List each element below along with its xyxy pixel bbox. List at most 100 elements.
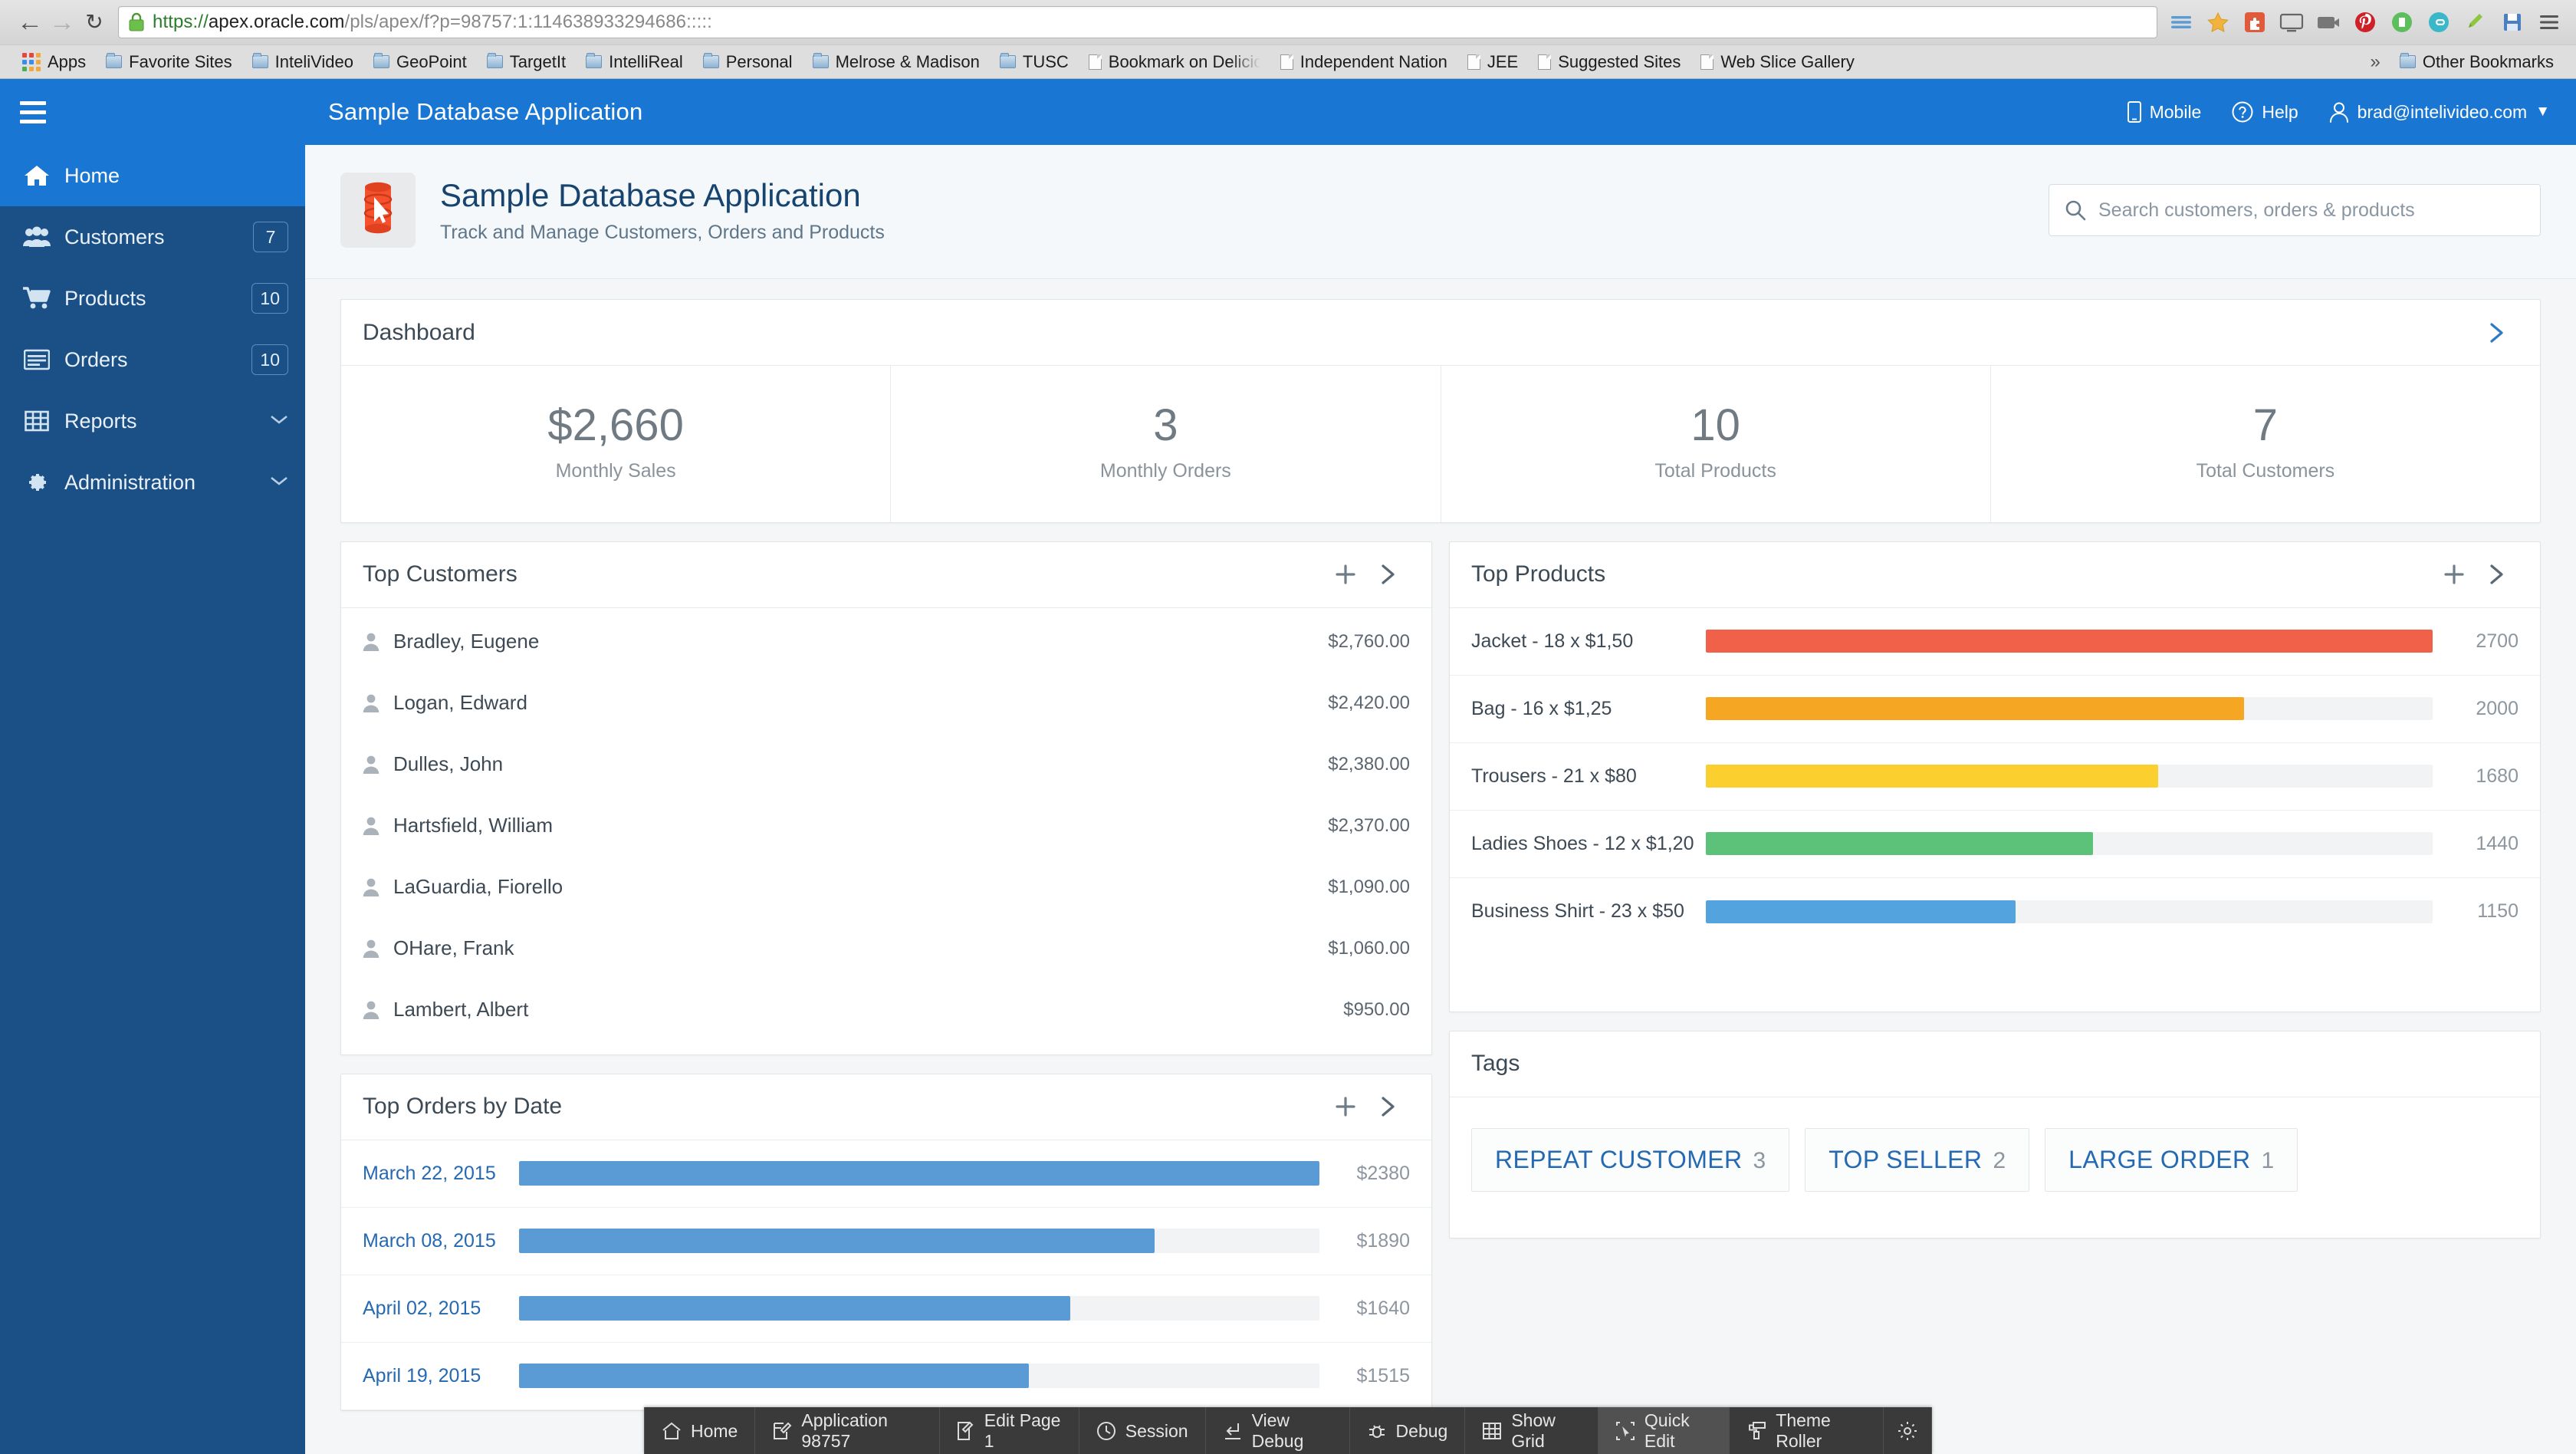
bookmark-apps[interactable]: Apps <box>12 49 96 75</box>
hamburger-menu-icon[interactable] <box>0 79 66 145</box>
person-icon <box>363 816 380 836</box>
list-item[interactable]: LaGuardia, Fiorello $1,090.00 <box>341 857 1431 918</box>
tag-repeat-customer[interactable]: REPEAT CUSTOMER 3 <box>1471 1127 1790 1192</box>
customer-amount: $1,060.00 <box>1328 937 1410 959</box>
devbar-view-debug-button[interactable]: View Debug <box>1206 1407 1350 1454</box>
sidebar-item-customers[interactable]: Customers 7 <box>0 206 305 268</box>
forward-arrow-icon[interactable]: → <box>46 6 78 38</box>
devbar-home-button[interactable]: Home <box>644 1407 756 1454</box>
chart-row[interactable]: March 08, 2015 $1890 <box>341 1208 1431 1275</box>
chart-row[interactable]: April 19, 2015 $1515 <box>341 1343 1431 1410</box>
bookmark-label: Apps <box>48 51 87 71</box>
bookmark-star-icon[interactable] <box>2205 9 2231 35</box>
order-date[interactable]: April 02, 2015 <box>363 1298 508 1320</box>
bookmark-independent-nation[interactable]: Independent Nation <box>1270 49 1457 75</box>
other-bookmarks-button[interactable]: Other Bookmarks <box>2390 49 2564 75</box>
bookmark-intelivideo[interactable]: InteliVideo <box>242 49 363 75</box>
chart-row[interactable]: Business Shirt - 23 x $50 1150 <box>1450 878 2540 946</box>
mobile-button[interactable]: Mobile <box>2127 101 2201 123</box>
devbar-quick-edit-button[interactable]: Quick Edit <box>1598 1407 1730 1454</box>
add-product-button[interactable] <box>2433 553 2476 596</box>
stat-total-customers[interactable]: 7 Total Customers <box>1991 366 2540 522</box>
bookmark-melrose-madison[interactable]: Melrose & Madison <box>803 49 990 75</box>
bookmark-targetit[interactable]: TargetIt <box>477 49 576 75</box>
stat-monthly-sales[interactable]: $2,660 Monthly Sales <box>341 366 892 522</box>
sidebar-item-administration[interactable]: Administration <box>0 452 305 513</box>
list-item[interactable]: Dulles, John $2,380.00 <box>341 734 1431 795</box>
cast-screen-icon[interactable] <box>2279 9 2305 35</box>
chart-row[interactable]: Ladies Shoes - 12 x $1,20 1440 <box>1450 811 2540 878</box>
list-item[interactable]: Bradley, Eugene $2,760.00 <box>341 611 1431 673</box>
bookmark-suggested-sites[interactable]: Suggested Sites <box>1528 49 1691 75</box>
bookmark-personal[interactable]: Personal <box>693 49 803 75</box>
list-item[interactable]: OHare, Frank $1,060.00 <box>341 918 1431 979</box>
save-icon[interactable] <box>2499 9 2525 35</box>
bookmark-label: IntelliReal <box>609 51 683 71</box>
address-bar[interactable]: https://apex.oracle.com/pls/apex/f?p=987… <box>118 6 2157 38</box>
home-icon <box>17 164 57 187</box>
devbar-debug-button[interactable]: Debug <box>1350 1407 1466 1454</box>
back-arrow-icon[interactable]: ← <box>14 6 46 38</box>
chart-row[interactable]: Jacket - 18 x $1,50 2700 <box>1450 608 2540 676</box>
sidebar-item-home[interactable]: Home <box>0 145 305 206</box>
product-label: Trousers - 21 x $80 <box>1471 765 1637 787</box>
sidebar-item-orders[interactable]: Orders 10 <box>0 329 305 390</box>
sidebar-item-reports[interactable]: Reports <box>0 390 305 452</box>
chart-row[interactable]: April 02, 2015 $1640 <box>341 1275 1431 1343</box>
bookmark-geopoint[interactable]: GeoPoint <box>363 49 477 75</box>
sidebar-item-products[interactable]: Products 10 <box>0 268 305 329</box>
extension-puzzle-icon[interactable] <box>2242 9 2268 35</box>
add-customer-button[interactable] <box>1324 553 1367 596</box>
devbar-settings-button[interactable] <box>1884 1407 1932 1454</box>
bookmark-web-slice-gallery[interactable]: Web Slice Gallery <box>1691 49 1864 75</box>
devbar-show-grid-button[interactable]: Show Grid <box>1465 1407 1598 1454</box>
list-item[interactable]: Lambert, Albert $950.00 <box>341 979 1431 1041</box>
bookmark-favorite-sites[interactable]: Favorite Sites <box>96 49 242 75</box>
top-customers-chevron-right-icon[interactable] <box>1367 553 1410 596</box>
list-item[interactable]: Hartsfield, William $2,370.00 <box>341 795 1431 857</box>
help-button[interactable]: Help <box>2232 101 2298 123</box>
camera-icon[interactable] <box>2315 9 2341 35</box>
devbar-theme-roller-button[interactable]: Theme Roller <box>1730 1407 1884 1454</box>
bookmark-label: JEE <box>1487 51 1519 71</box>
list-item[interactable]: Logan, Edward $2,420.00 <box>341 673 1431 734</box>
devbar-edit-page-button[interactable]: Edit Page 1 <box>940 1407 1079 1454</box>
order-date[interactable]: March 08, 2015 <box>363 1230 508 1252</box>
tag-label: LARGE ORDER <box>2068 1145 2251 1173</box>
order-date[interactable]: March 22, 2015 <box>363 1163 508 1185</box>
user-menu-button[interactable]: brad@intelivideo.com ▼ <box>2329 101 2550 123</box>
search-input[interactable] <box>2098 199 2525 222</box>
reload-icon[interactable]: ↻ <box>78 6 110 38</box>
add-order-button[interactable] <box>1324 1085 1367 1128</box>
bookmark-label: Independent Nation <box>1300 51 1447 71</box>
order-date[interactable]: April 19, 2015 <box>363 1365 508 1387</box>
pencil-icon[interactable] <box>2463 9 2489 35</box>
top-orders-chevron-right-icon[interactable] <box>1367 1085 1410 1128</box>
chrome-menu-icon[interactable] <box>2536 9 2562 35</box>
link-icon[interactable] <box>2426 9 2452 35</box>
chart-row[interactable]: March 22, 2015 $2380 <box>341 1140 1431 1208</box>
dashboard-chevron-right-icon[interactable] <box>2476 311 2518 354</box>
chart-row[interactable]: Trousers - 21 x $80 1680 <box>1450 743 2540 811</box>
sidebar-item-label: Home <box>64 163 120 187</box>
tag-large-order[interactable]: LARGE ORDER 1 <box>2045 1127 2298 1192</box>
bookmark-jee[interactable]: JEE <box>1457 49 1528 75</box>
bookmark-intellireal[interactable]: IntelliReal <box>576 49 693 75</box>
stat-total-products[interactable]: 10 Total Products <box>1441 366 1991 522</box>
tag-top-seller[interactable]: TOP SELLER 2 <box>1805 1127 2030 1192</box>
reader-mode-icon[interactable] <box>2168 9 2194 35</box>
top-products-chevron-right-icon[interactable] <box>2476 553 2518 596</box>
devbar-application-button[interactable]: Application 98757 <box>755 1407 940 1454</box>
stat-monthly-orders[interactable]: 3 Monthly Orders <box>891 366 1441 522</box>
bar-fill <box>519 1229 1155 1254</box>
bookmarks-overflow-button[interactable]: » <box>2361 51 2389 73</box>
chart-row[interactable]: Bag - 16 x $1,25 2000 <box>1450 676 2540 743</box>
pinterest-icon[interactable] <box>2352 9 2378 35</box>
bookmark-tusc[interactable]: TUSC <box>990 49 1079 75</box>
search-box[interactable] <box>2049 184 2541 236</box>
bookmark-bookmark-on-delicious[interactable]: Bookmark on Delicious <box>1079 49 1270 75</box>
top-customers-title: Top Customers <box>363 561 518 587</box>
evernote-icon[interactable] <box>2389 9 2415 35</box>
devbar-session-button[interactable]: Session <box>1079 1407 1206 1454</box>
gear-icon <box>1898 1421 1917 1441</box>
